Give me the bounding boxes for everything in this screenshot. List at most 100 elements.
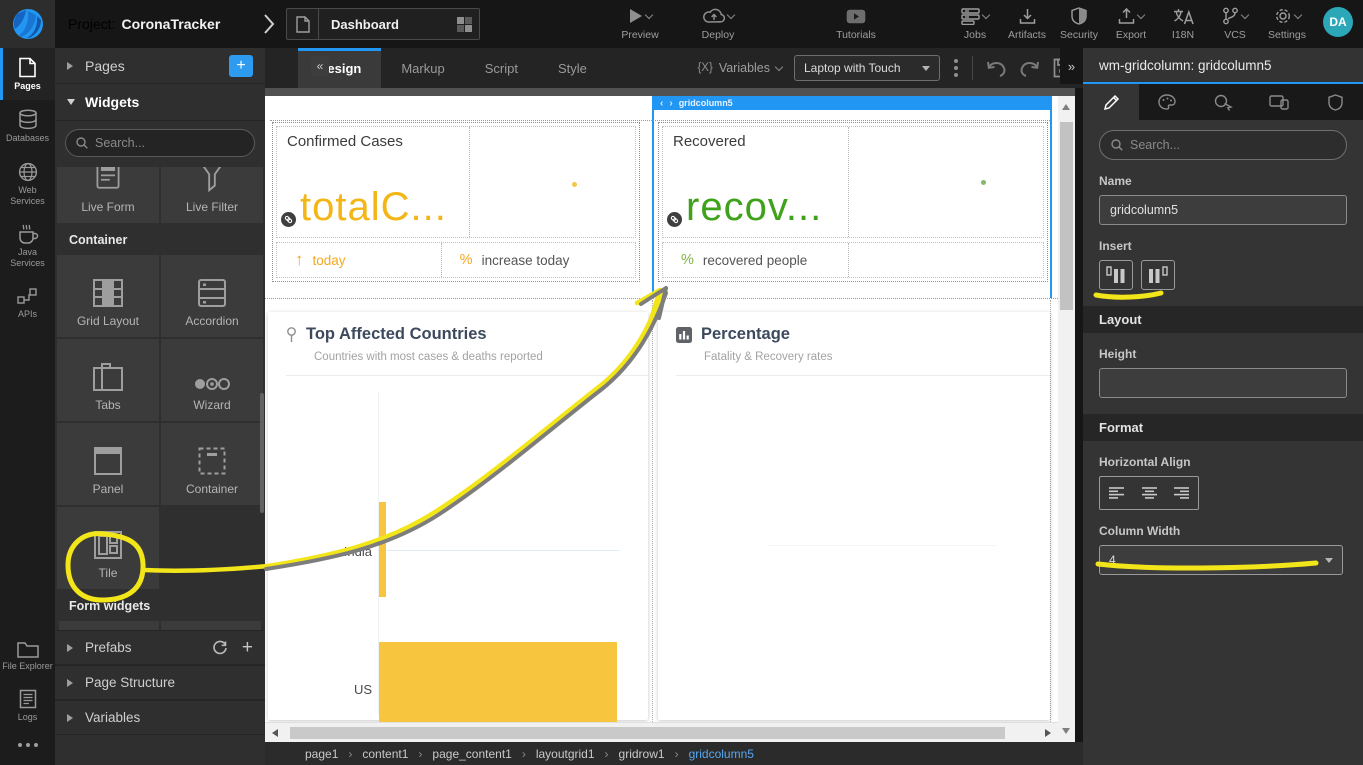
variables-button[interactable]: {X} Variables <box>697 61 782 75</box>
tab-style[interactable]: Style <box>538 48 607 88</box>
horizontal-scroll-thumb[interactable] <box>290 727 1005 739</box>
deploy-button[interactable]: Deploy <box>696 5 740 41</box>
page-tab-dashboard[interactable]: Dashboard <box>286 8 480 40</box>
tab-styles[interactable] <box>1139 84 1195 120</box>
pages-grid-icon[interactable] <box>449 17 479 32</box>
widget-live-filter[interactable]: Live Filter <box>161 167 263 223</box>
refresh-icon[interactable] <box>212 640 228 656</box>
binding-link-icon[interactable] <box>667 212 682 227</box>
page-structure-section-header[interactable]: Page Structure <box>55 665 265 700</box>
undo-button[interactable] <box>985 59 1007 77</box>
prefabs-section-header[interactable]: Prefabs + <box>55 630 265 665</box>
name-field[interactable] <box>1099 195 1347 225</box>
settings-button[interactable]: Settings <box>1265 5 1309 41</box>
variables-section-header[interactable]: Variables <box>55 700 265 735</box>
widgets-scrollbar[interactable] <box>260 393 264 513</box>
translate-icon <box>1173 8 1194 25</box>
jobs-button[interactable]: Jobs <box>953 5 997 41</box>
user-avatar[interactable]: DA <box>1323 7 1353 37</box>
widget-wizard[interactable]: Wizard <box>161 339 263 421</box>
select-previous-icon[interactable]: ‹ <box>660 98 663 109</box>
properties-panel-toggle[interactable]: » <box>1060 48 1083 84</box>
sidebar-item-apis[interactable]: APIs <box>0 278 55 328</box>
artifacts-button[interactable]: Artifacts <box>1005 5 1049 41</box>
selected-widget-header[interactable]: ‹ › gridcolumn5 <box>652 96 1052 110</box>
binding-link-icon[interactable] <box>281 212 296 227</box>
tab-markup[interactable]: Markup <box>381 48 464 88</box>
recovered-tile[interactable]: Recovered recov... % recovered people <box>658 122 1048 282</box>
tab-events[interactable] <box>1195 84 1251 120</box>
breadcrumb-gridcolumn5[interactable]: gridcolumn5 <box>689 747 754 761</box>
confirmed-cases-tile[interactable]: Confirmed Cases totalC... ↑ today <box>272 122 640 282</box>
breadcrumb-gridrow1[interactable]: gridrow1 <box>619 747 665 761</box>
page-preview[interactable]: ‹ › gridcolumn5 Confirmed Cases totalC <box>265 96 1058 722</box>
countries-bar-chart: India US <box>268 376 648 720</box>
tab-devices[interactable] <box>1251 84 1307 120</box>
deploy-caret-icon[interactable] <box>726 10 734 18</box>
column-width-select[interactable]: 4 <box>1099 545 1343 575</box>
export-caret-icon[interactable] <box>1137 10 1145 18</box>
widget-container[interactable]: Container <box>161 423 263 505</box>
tab-script[interactable]: Script <box>465 48 538 88</box>
widget-search-input[interactable] <box>95 136 244 150</box>
scroll-right-arrow[interactable] <box>1045 729 1051 737</box>
widget-tabs[interactable]: Tabs <box>57 339 159 421</box>
sidebar-item-file-explorer[interactable]: File Explorer <box>0 631 55 680</box>
properties-search-input[interactable] <box>1130 138 1335 152</box>
align-left-button[interactable] <box>1100 477 1133 509</box>
add-page-button[interactable]: + <box>229 55 253 77</box>
widget-accordion[interactable]: Accordion <box>161 255 263 337</box>
wavemaker-logo[interactable] <box>0 0 55 48</box>
scroll-down-arrow[interactable] <box>1062 728 1070 734</box>
panel-collapse-button[interactable]: « <box>311 56 329 76</box>
height-field[interactable] <box>1099 368 1347 398</box>
tutorials-button[interactable]: Tutorials <box>834 5 878 41</box>
add-prefab-button[interactable]: + <box>242 638 253 657</box>
sidebar-item-logs[interactable]: Logs <box>0 680 55 731</box>
canvas-horizontal-scrollbar[interactable] <box>265 722 1058 742</box>
tab-security[interactable] <box>1307 84 1363 120</box>
tab-properties[interactable] <box>1083 84 1139 120</box>
security-button[interactable]: Security <box>1057 5 1101 41</box>
sidebar-item-web-services[interactable]: Web Services <box>0 153 55 216</box>
breadcrumb-page1[interactable]: page1 <box>305 747 338 761</box>
sidebar-more-button[interactable] <box>0 731 55 759</box>
sidebar-item-java-services[interactable]: Java Services <box>0 215 55 278</box>
breadcrumb-content1[interactable]: content1 <box>362 747 408 761</box>
canvas-vertical-scrollbar[interactable] <box>1058 96 1075 742</box>
scroll-up-arrow[interactable] <box>1062 104 1070 110</box>
breadcrumb-layoutgrid1[interactable]: layoutgrid1 <box>536 747 595 761</box>
scroll-left-arrow[interactable] <box>272 729 278 737</box>
preview-caret-icon[interactable] <box>644 10 652 18</box>
i18n-button[interactable]: I18N <box>1161 5 1205 41</box>
widget-tile[interactable]: Tile <box>57 507 159 589</box>
vcs-caret-icon[interactable] <box>1241 10 1249 18</box>
preview-button[interactable]: Preview <box>618 5 662 41</box>
sidebar-item-pages[interactable]: Pages <box>0 48 55 100</box>
widget-panel[interactable]: Panel <box>57 423 159 505</box>
more-options-button[interactable] <box>952 59 960 77</box>
sidebar-item-databases[interactable]: Databases <box>0 100 55 152</box>
insert-column-left-button[interactable] <box>1099 260 1133 290</box>
percentage-panel[interactable]: Percentage Fatality & Recovery rates <box>658 312 1050 720</box>
vcs-button[interactable]: VCS <box>1213 5 1257 41</box>
select-next-icon[interactable]: › <box>669 98 672 109</box>
top-affected-countries-panel[interactable]: Top Affected Countries Countries with mo… <box>268 312 648 720</box>
redo-button[interactable] <box>1019 59 1041 77</box>
device-selector[interactable]: Laptop with Touch <box>794 55 940 81</box>
vertical-scroll-thumb[interactable] <box>1060 122 1073 310</box>
align-right-button[interactable] <box>1165 477 1198 509</box>
align-center-button[interactable] <box>1133 477 1166 509</box>
settings-caret-icon[interactable] <box>1293 10 1301 18</box>
widget-live-form[interactable]: Live Form <box>57 167 159 223</box>
widgets-section-header[interactable]: Widgets <box>55 84 265 121</box>
bar-us[interactable] <box>379 642 617 722</box>
pages-section-header[interactable]: Pages + <box>55 48 265 84</box>
jobs-caret-icon[interactable] <box>982 10 990 18</box>
panel-title: Top Affected Countries <box>306 325 487 344</box>
export-button[interactable]: Export <box>1109 5 1153 41</box>
bar-india[interactable] <box>379 502 386 597</box>
widget-grid-layout[interactable]: Grid Layout <box>57 255 159 337</box>
breadcrumb-page-content1[interactable]: page_content1 <box>432 747 511 761</box>
insert-column-right-button[interactable] <box>1141 260 1175 290</box>
